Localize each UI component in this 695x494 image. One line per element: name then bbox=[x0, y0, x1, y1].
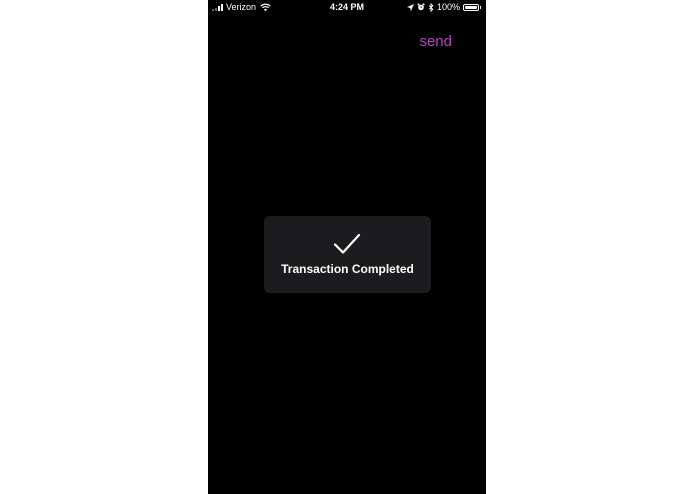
send-button[interactable]: send bbox=[419, 33, 452, 50]
battery-fill bbox=[465, 5, 477, 9]
transaction-complete-hud: Transaction Completed bbox=[264, 216, 431, 293]
hud-message: Transaction Completed bbox=[281, 262, 414, 276]
alarm-clock-icon bbox=[417, 3, 425, 11]
battery-body bbox=[463, 3, 479, 11]
phone-screen: Verizon 4:24 PM 100% send Transaction Co… bbox=[208, 0, 486, 494]
battery-tip bbox=[480, 5, 481, 9]
checkmark-icon bbox=[333, 233, 361, 254]
battery-icon bbox=[463, 3, 481, 11]
battery-percentage: 100% bbox=[436, 2, 460, 12]
location-arrow-icon bbox=[406, 3, 414, 11]
status-bar: Verizon 4:24 PM 100% bbox=[208, 0, 486, 14]
status-right: 100% bbox=[406, 0, 481, 14]
bluetooth-icon bbox=[428, 2, 434, 12]
